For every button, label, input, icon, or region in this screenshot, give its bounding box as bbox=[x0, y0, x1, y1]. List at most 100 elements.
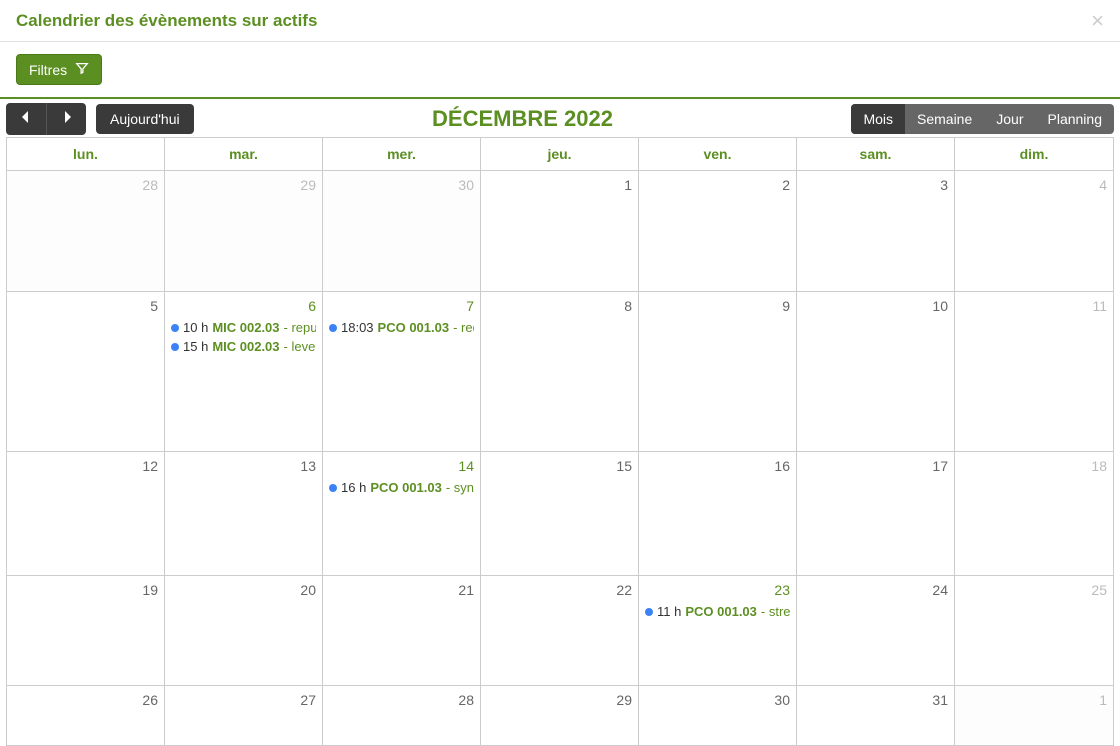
day-number: 22 bbox=[487, 580, 632, 600]
day-number: 30 bbox=[645, 690, 790, 710]
day-cell[interactable]: 28 bbox=[7, 170, 165, 291]
week-row: 19 20 21 22 23 11 h PCO 001.03 - strea 2… bbox=[7, 575, 1113, 685]
day-cell[interactable]: 31 bbox=[797, 685, 955, 745]
day-number: 2 bbox=[645, 175, 790, 195]
day-header-sun: dim. bbox=[955, 137, 1113, 170]
event-code: PCO 001.03 bbox=[378, 320, 450, 335]
day-cell[interactable]: 26 bbox=[7, 685, 165, 745]
event-desc: - levera bbox=[284, 339, 316, 354]
events-list: 10 h MIC 002.03 - repurp 15 h MIC 002.03… bbox=[171, 318, 316, 356]
day-cell[interactable]: 16 bbox=[639, 451, 797, 575]
day-cell[interactable]: 24 bbox=[797, 575, 955, 685]
day-cell[interactable]: 10 bbox=[797, 291, 955, 451]
day-number: 14 bbox=[329, 456, 474, 476]
day-cell[interactable]: 7 18:03 PCO 001.03 - rede bbox=[323, 291, 481, 451]
calendar-grid: lun. mar. mer. jeu. ven. sam. dim. 28 29… bbox=[6, 137, 1114, 746]
day-cell[interactable]: 8 bbox=[481, 291, 639, 451]
close-icon[interactable]: × bbox=[1091, 10, 1104, 32]
week-row: 5 6 10 h MIC 002.03 - repurp 15 h MIC 00… bbox=[7, 291, 1113, 451]
day-cell[interactable]: 9 bbox=[639, 291, 797, 451]
day-cell[interactable]: 1 bbox=[481, 170, 639, 291]
filters-button[interactable]: Filtres bbox=[16, 54, 102, 85]
filter-icon bbox=[75, 61, 89, 78]
day-number: 28 bbox=[13, 175, 158, 195]
day-header-sat: sam. bbox=[797, 137, 955, 170]
next-button[interactable] bbox=[46, 103, 86, 135]
day-number: 23 bbox=[645, 580, 790, 600]
day-cell[interactable]: 18 bbox=[955, 451, 1113, 575]
day-cell[interactable]: 4 bbox=[955, 170, 1113, 291]
calendar-container: Aujourd'hui DÉCEMBRE 2022 Mois Semaine J… bbox=[0, 99, 1120, 746]
day-cell[interactable]: 12 bbox=[7, 451, 165, 575]
today-button[interactable]: Aujourd'hui bbox=[96, 104, 194, 134]
modal-header: Calendrier des évènements sur actifs × bbox=[0, 0, 1120, 42]
view-day[interactable]: Jour bbox=[984, 104, 1035, 134]
day-cell[interactable]: 29 bbox=[481, 685, 639, 745]
calendar-controls: Aujourd'hui DÉCEMBRE 2022 Mois Semaine J… bbox=[6, 103, 1114, 135]
day-cell[interactable]: 3 bbox=[797, 170, 955, 291]
day-number: 19 bbox=[13, 580, 158, 600]
day-cell[interactable]: 2 bbox=[639, 170, 797, 291]
day-cell[interactable]: 14 16 h PCO 001.03 - syner bbox=[323, 451, 481, 575]
day-number: 5 bbox=[13, 296, 158, 316]
event-code: PCO 001.03 bbox=[370, 480, 442, 495]
view-planning[interactable]: Planning bbox=[1036, 104, 1115, 134]
day-number: 9 bbox=[645, 296, 790, 316]
day-number: 20 bbox=[171, 580, 316, 600]
event-code: MIC 002.03 bbox=[212, 339, 279, 354]
event-dot-icon bbox=[171, 343, 179, 351]
day-cell[interactable]: 11 bbox=[955, 291, 1113, 451]
event-time: 10 h bbox=[183, 320, 208, 335]
nav-group bbox=[6, 103, 86, 135]
day-cell[interactable]: 20 bbox=[165, 575, 323, 685]
day-cell[interactable]: 21 bbox=[323, 575, 481, 685]
event-item[interactable]: 15 h MIC 002.03 - levera bbox=[171, 337, 316, 356]
day-cell[interactable]: 5 bbox=[7, 291, 165, 451]
event-time: 18:03 bbox=[341, 320, 374, 335]
day-cell[interactable]: 19 bbox=[7, 575, 165, 685]
day-cell[interactable]: 15 bbox=[481, 451, 639, 575]
day-cell[interactable]: 30 bbox=[323, 170, 481, 291]
day-number: 6 bbox=[171, 296, 316, 316]
day-header-mon: lun. bbox=[7, 137, 165, 170]
day-cell[interactable]: 30 bbox=[639, 685, 797, 745]
day-number: 1 bbox=[487, 175, 632, 195]
view-week[interactable]: Semaine bbox=[905, 104, 984, 134]
event-dot-icon bbox=[329, 324, 337, 332]
day-cell[interactable]: 27 bbox=[165, 685, 323, 745]
day-header-tue: mar. bbox=[165, 137, 323, 170]
event-item[interactable]: 10 h MIC 002.03 - repurp bbox=[171, 318, 316, 337]
day-cell[interactable]: 28 bbox=[323, 685, 481, 745]
day-number: 10 bbox=[803, 296, 948, 316]
day-number: 29 bbox=[487, 690, 632, 710]
day-number: 7 bbox=[329, 296, 474, 316]
day-cell[interactable]: 29 bbox=[165, 170, 323, 291]
day-number: 12 bbox=[13, 456, 158, 476]
day-cell[interactable]: 1 bbox=[955, 685, 1113, 745]
day-number: 28 bbox=[329, 690, 474, 710]
day-headers: lun. mar. mer. jeu. ven. sam. dim. bbox=[7, 137, 1113, 170]
day-number: 17 bbox=[803, 456, 948, 476]
event-item[interactable]: 18:03 PCO 001.03 - rede bbox=[329, 318, 474, 337]
day-number: 15 bbox=[487, 456, 632, 476]
event-desc: - rede bbox=[453, 320, 474, 335]
week-row: 26 27 28 29 30 31 1 bbox=[7, 685, 1113, 745]
prev-button[interactable] bbox=[6, 103, 46, 135]
view-month[interactable]: Mois bbox=[851, 104, 905, 134]
day-cell[interactable]: 25 bbox=[955, 575, 1113, 685]
day-number: 27 bbox=[171, 690, 316, 710]
day-cell[interactable]: 17 bbox=[797, 451, 955, 575]
day-number: 26 bbox=[13, 690, 158, 710]
day-cell[interactable]: 23 11 h PCO 001.03 - strea bbox=[639, 575, 797, 685]
calendar-nav-left: Aujourd'hui bbox=[6, 103, 194, 135]
day-header-wed: mer. bbox=[323, 137, 481, 170]
event-dot-icon bbox=[171, 324, 179, 332]
day-cell[interactable]: 6 10 h MIC 002.03 - repurp 15 h MIC 002.… bbox=[165, 291, 323, 451]
event-item[interactable]: 16 h PCO 001.03 - syner bbox=[329, 478, 474, 497]
day-cell[interactable]: 13 bbox=[165, 451, 323, 575]
day-cell[interactable]: 22 bbox=[481, 575, 639, 685]
event-item[interactable]: 11 h PCO 001.03 - strea bbox=[645, 602, 790, 621]
week-row: 28 29 30 1 2 3 4 bbox=[7, 170, 1113, 291]
event-code: MIC 002.03 bbox=[212, 320, 279, 335]
day-number: 13 bbox=[171, 456, 316, 476]
